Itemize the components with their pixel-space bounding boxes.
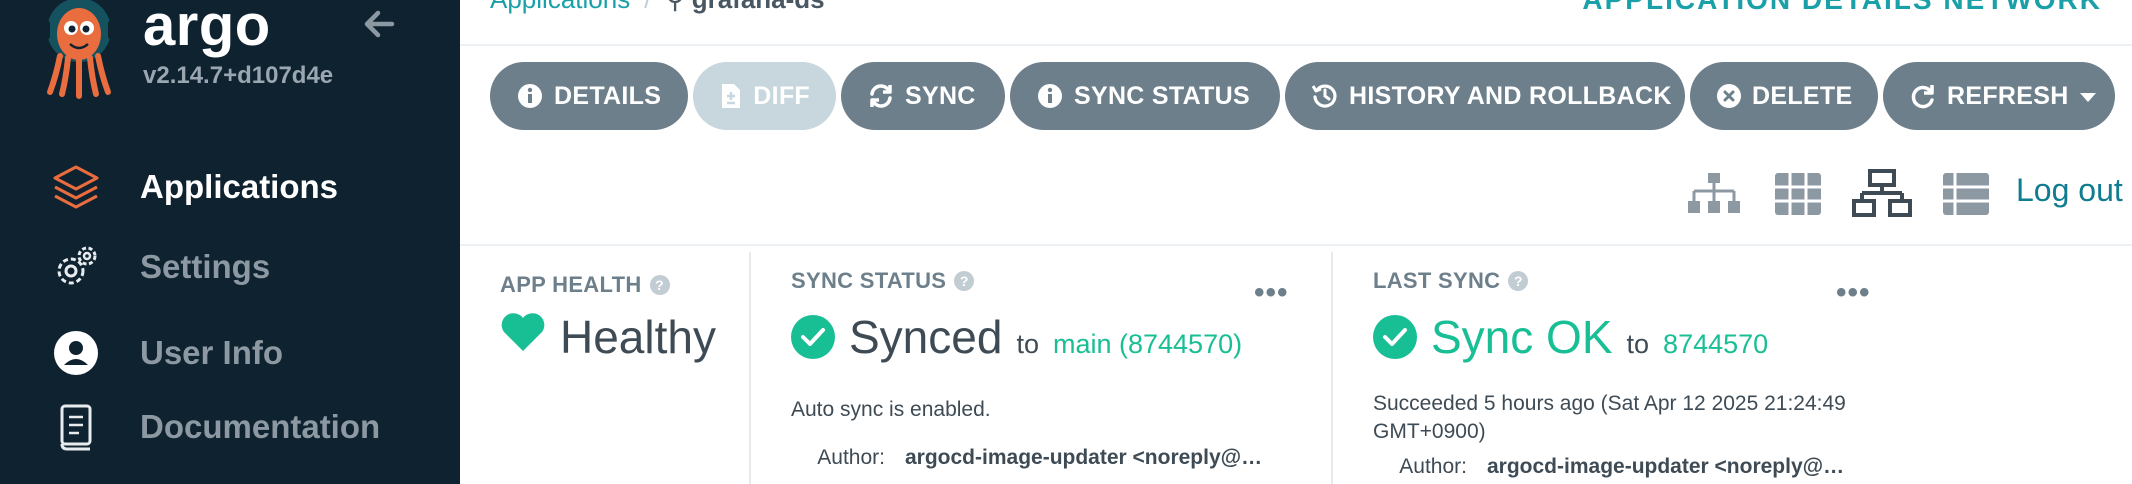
- view-toggle-group: [1684, 168, 2020, 220]
- tree-view-icon[interactable]: [1684, 168, 1744, 220]
- sidebar: argo v2.14.7+d107d4e Applications Settin…: [0, 0, 460, 484]
- last-sync-author-row: Author: argocd-image-updater <noreply@…: [1373, 455, 1844, 479]
- logout-link[interactable]: Log out: [2016, 172, 2123, 209]
- app-health-value: Healthy: [560, 311, 716, 363]
- logo-text: argo: [143, 0, 271, 58]
- heart-icon: [500, 310, 546, 364]
- app-health-status: Healthy: [500, 310, 716, 364]
- author-value: argocd-image-updater <noreply@…: [905, 446, 1263, 469]
- network-view-icon[interactable]: [1852, 168, 1912, 220]
- author-key: Author:: [817, 446, 885, 469]
- sidebar-item-label: User Info: [140, 334, 284, 371]
- help-question-icon[interactable]: ?: [1508, 271, 1529, 291]
- breadcrumb-current: ⚲ grafana-ds: [665, 0, 824, 14]
- sidebar-item-documentation[interactable]: Documentation: [0, 392, 460, 462]
- panel-divider: [749, 252, 751, 484]
- sidebar-item-label: Settings: [140, 248, 271, 285]
- book-icon: [50, 401, 102, 453]
- action-toolbar: DETAILS DIFF SYNC SYNC STATUS HISTORY AN…: [490, 62, 2115, 130]
- last-sync-value: Sync OK: [1431, 311, 1613, 363]
- list-view-icon[interactable]: [1936, 168, 1996, 220]
- sidebar-item-user-info[interactable]: User Info: [0, 318, 460, 388]
- last-sync-label: LAST SYNC: [1373, 268, 1501, 293]
- info-circle-icon: [1036, 82, 1064, 110]
- last-sync-revision-link[interactable]: 8744570: [1663, 329, 1768, 360]
- refresh-label: REFRESH: [1947, 81, 2069, 110]
- pods-grid-view-icon[interactable]: [1768, 168, 1828, 220]
- last-sync-more-icon[interactable]: •••: [1836, 276, 1871, 310]
- sync-status-label: SYNC STATUS: [1074, 81, 1250, 110]
- succeeded-text: Succeeded 5 hours ago (Sat Apr 12 2025 2…: [1373, 392, 1846, 443]
- auto-sync-text: Auto sync is enabled.: [791, 398, 991, 421]
- delete-label: DELETE: [1752, 81, 1853, 110]
- caret-down-icon: [2079, 82, 2097, 111]
- breadcrumb-separator: /: [644, 0, 651, 14]
- argo-octopus-logo: [42, 0, 116, 99]
- sync-author-row: Author: argocd-image-updater <noreply@…: [791, 446, 1262, 470]
- search-icon: ⚲: [665, 0, 691, 14]
- user-circle-icon: [50, 327, 102, 379]
- author-value: argocd-image-updater <noreply@…: [1487, 455, 1845, 478]
- sidebar-item-applications[interactable]: Applications: [0, 152, 460, 222]
- refresh-button[interactable]: REFRESH: [1883, 62, 2115, 130]
- toolbar-divider: [460, 244, 2132, 246]
- panel-divider: [1331, 252, 1333, 484]
- details-label: DETAILS: [554, 81, 662, 110]
- details-button[interactable]: DETAILS: [490, 62, 688, 130]
- author-key: Author:: [1399, 455, 1467, 478]
- last-sync-heading: LAST SYNC ?: [1373, 268, 1529, 294]
- check-circle-icon: [1373, 315, 1417, 359]
- diff-button[interactable]: DIFF: [693, 62, 836, 130]
- header-divider: [460, 44, 2132, 46]
- sync-to-label: to: [1016, 329, 1039, 359]
- history-label: HISTORY AND ROLLBACK: [1349, 81, 1672, 110]
- sidebar-item-label: Documentation: [140, 408, 381, 445]
- sync-status-heading: SYNC STATUS ?: [791, 268, 975, 294]
- last-sync-value-row: Sync OK to 8744570: [1373, 310, 1768, 364]
- breadcrumb: Applications / ⚲ grafana-ds: [490, 0, 825, 15]
- sync-label: SYNC: [905, 81, 976, 110]
- sync-status-value-row: Synced to main (8744570): [791, 310, 1242, 364]
- help-question-icon[interactable]: ?: [954, 271, 975, 291]
- sync-status-value: Synced: [849, 311, 1003, 363]
- version-label: v2.14.7+d107d4e: [143, 62, 334, 89]
- sync-button[interactable]: SYNC: [841, 62, 1005, 130]
- app-health-label: APP HEALTH: [500, 272, 642, 297]
- sidebar-item-label: Applications: [140, 168, 339, 205]
- sync-status-button[interactable]: SYNC STATUS: [1010, 62, 1280, 130]
- file-diff-icon: [719, 82, 743, 110]
- layers-icon: [50, 161, 102, 213]
- history-icon: [1311, 82, 1339, 110]
- history-and-rollback-button[interactable]: HISTORY AND ROLLBACK: [1285, 62, 1685, 130]
- refresh-icon: [1909, 82, 1937, 110]
- gears-icon: [50, 241, 102, 293]
- info-circle-icon: [516, 82, 544, 110]
- diff-label: DIFF: [753, 81, 810, 110]
- sync-revision-link[interactable]: main (8744570): [1053, 329, 1242, 360]
- app-health-heading: APP HEALTH ?: [500, 272, 670, 298]
- close-circle-icon: [1716, 82, 1742, 110]
- sync-status-more-icon[interactable]: •••: [1254, 276, 1289, 310]
- delete-button[interactable]: DELETE: [1690, 62, 1878, 130]
- collapse-sidebar-arrow-icon[interactable]: [358, 2, 402, 46]
- sync-arrows-icon: [867, 82, 895, 110]
- breadcrumb-applications-link[interactable]: Applications: [490, 0, 630, 14]
- last-sync-to-label: to: [1626, 329, 1650, 359]
- sidebar-item-settings[interactable]: Settings: [0, 232, 460, 302]
- sync-status-panel-label: SYNC STATUS: [791, 268, 947, 293]
- help-question-icon[interactable]: ?: [649, 275, 670, 295]
- check-circle-icon: [791, 315, 835, 359]
- page-title: APPLICATION DETAILS NETWORK: [1582, 0, 2102, 16]
